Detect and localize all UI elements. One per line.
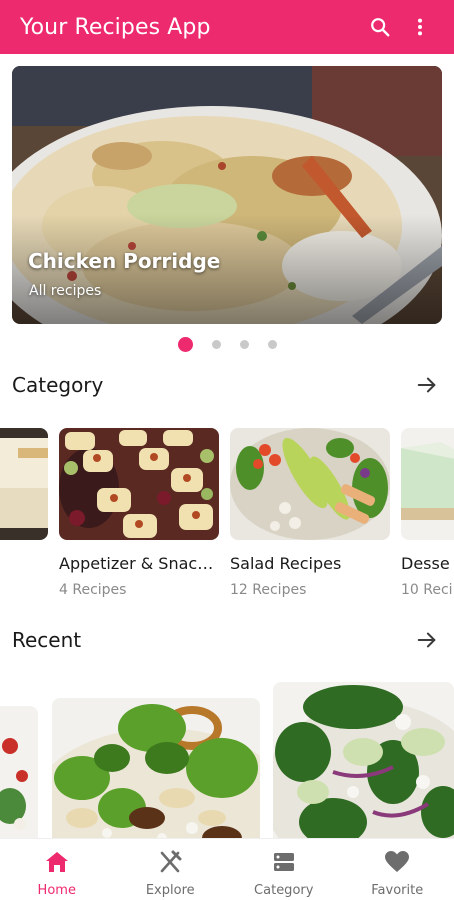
hero-carousel[interactable]: Chicken Porridge All recipes bbox=[12, 66, 442, 324]
category-section-title: Category bbox=[12, 373, 104, 397]
carousel-indicator bbox=[0, 337, 454, 352]
nav-item-explore[interactable]: Explore bbox=[114, 839, 228, 900]
recent-carousel bbox=[0, 680, 454, 838]
category-card-partial[interactable] bbox=[0, 428, 48, 540]
category-recipe-count: 4 Recipes bbox=[59, 582, 127, 598]
hero-recipe-subtitle: All recipes bbox=[29, 283, 102, 299]
category-name: Desse bbox=[401, 554, 450, 573]
recent-section-header: Recent bbox=[12, 625, 442, 655]
carousel-dot-2[interactable] bbox=[211, 340, 221, 349]
category-name: Appetizer & Snac… bbox=[59, 554, 214, 573]
home-icon bbox=[44, 850, 70, 878]
nav-item-category[interactable]: Category bbox=[227, 839, 341, 900]
recent-card-partial[interactable] bbox=[0, 706, 38, 838]
nav-label-home: Home bbox=[37, 883, 76, 898]
app-bar: Your Recipes App bbox=[0, 0, 454, 54]
recent-section-title: Recent bbox=[12, 628, 82, 652]
category-card-appetizer[interactable]: Appetizer & Snac… 4 Recipes bbox=[59, 428, 219, 598]
app-root: Your Recipes App Chicken Porridge All re… bbox=[0, 0, 454, 900]
bottom-navigation: Home Explore Category Favorite bbox=[0, 838, 454, 900]
utensils-icon bbox=[158, 850, 182, 878]
category-image-dessert bbox=[401, 428, 454, 540]
category-section-header: Category bbox=[12, 370, 442, 400]
category-image-appetizer bbox=[59, 428, 219, 540]
recent-card-green-salad[interactable] bbox=[273, 682, 454, 838]
recent-see-all-arrow-icon[interactable] bbox=[412, 625, 442, 655]
app-title: Your Recipes App bbox=[20, 14, 211, 40]
category-image bbox=[0, 428, 48, 540]
carousel-dot-3[interactable] bbox=[239, 340, 249, 349]
category-carousel: Appetizer & Snac… 4 Recipes Salad Recipe… bbox=[0, 428, 454, 598]
nav-label-category: Category bbox=[254, 883, 314, 898]
nav-label-favorite: Favorite bbox=[371, 883, 424, 898]
nav-item-home[interactable]: Home bbox=[0, 839, 114, 900]
category-card-dessert[interactable]: Desse 10 Reci bbox=[401, 428, 454, 598]
hero-recipe-title: Chicken Porridge bbox=[28, 249, 221, 273]
category-recipe-count: 10 Reci bbox=[401, 582, 453, 598]
category-name: Salad Recipes bbox=[230, 554, 342, 573]
heart-icon bbox=[384, 850, 410, 878]
nav-item-favorite[interactable]: Favorite bbox=[341, 839, 454, 900]
carousel-dot-4[interactable] bbox=[267, 340, 277, 349]
category-see-all-arrow-icon[interactable] bbox=[412, 370, 442, 400]
recent-card-pasta-salad[interactable] bbox=[52, 698, 260, 838]
category-card-salad[interactable]: Salad Recipes 12 Recipes bbox=[230, 428, 390, 598]
nav-label-explore: Explore bbox=[145, 883, 195, 898]
category-image-salad bbox=[230, 428, 390, 540]
carousel-dot-1[interactable] bbox=[177, 337, 193, 352]
category-list-icon bbox=[272, 850, 296, 878]
category-recipe-count: 12 Recipes bbox=[230, 582, 307, 598]
more-vert-icon[interactable] bbox=[400, 7, 440, 47]
search-icon[interactable] bbox=[360, 7, 400, 47]
